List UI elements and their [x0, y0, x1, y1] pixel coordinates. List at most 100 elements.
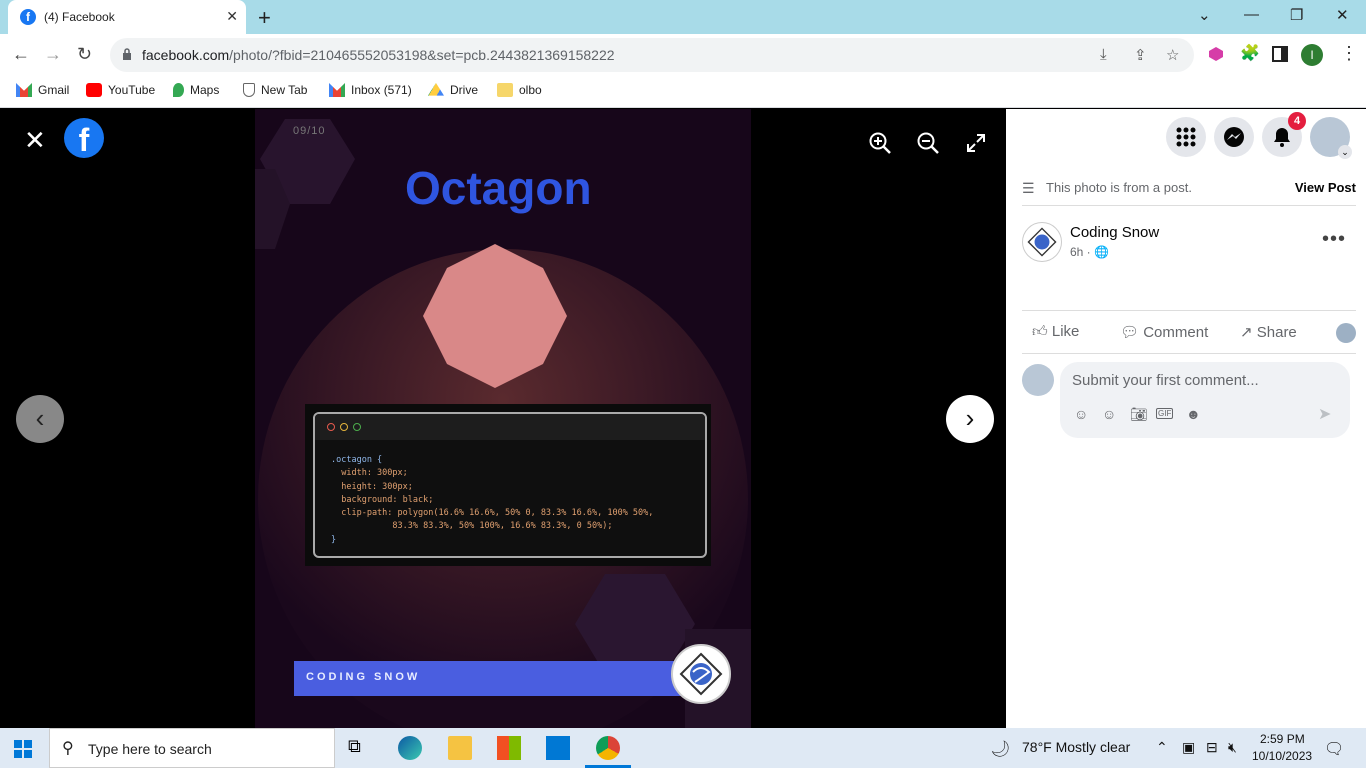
brand-banner-text: CODING SNOW: [306, 671, 421, 683]
avatar-sticker-icon[interactable]: ☺: [1074, 406, 1088, 422]
post-origin-row: ☰ This photo is from a post. View Post: [1022, 180, 1356, 206]
windows-taskbar: ⚲ Type here to search ⧉ 🌙︎ 78°F Mostly c…: [0, 728, 1366, 768]
chrome-icon[interactable]: [596, 736, 620, 760]
notification-center-icon[interactable]: 🗨︎: [1324, 739, 1344, 759]
close-viewer-icon[interactable]: ✕: [24, 125, 46, 156]
action-bar: 👍︎ Like 💬︎ Comment ↗ Share: [1022, 310, 1356, 354]
comment-icon: 💬︎: [1120, 324, 1140, 341]
tab-facebook[interactable]: f (4) Facebook ✕: [8, 0, 246, 34]
post-origin-text: This photo is from a post.: [1046, 180, 1192, 195]
slide-title: Octagon: [405, 162, 592, 214]
store-icon[interactable]: [497, 736, 521, 760]
commenter-avatar: [1022, 364, 1054, 396]
brand-banner: CODING SNOW: [294, 661, 694, 696]
bookmark-olbo[interactable]: olbo: [497, 83, 542, 97]
messenger-button[interactable]: [1214, 117, 1254, 157]
taskbar-search-box[interactable]: ⚲ Type here to search: [49, 728, 335, 768]
file-explorer-icon[interactable]: [448, 736, 472, 760]
camera-icon[interactable]: 📷︎: [1130, 406, 1148, 423]
edge-icon[interactable]: [398, 736, 422, 760]
search-icon: ⚲: [62, 740, 74, 757]
chevron-up-icon[interactable]: ⌃: [1156, 739, 1168, 756]
clock-date[interactable]: 10/10/2023: [1252, 749, 1312, 763]
green-dot-icon: [353, 423, 361, 431]
gmail-icon: [329, 83, 345, 97]
forward-button[interactable]: →: [44, 44, 62, 65]
windows-start-icon[interactable]: [14, 740, 32, 758]
address-bar[interactable]: facebook.com/photo/?fbid=210465552053198…: [110, 38, 1194, 72]
network-icon[interactable]: ⊟: [1206, 739, 1218, 756]
bookmark-gmail[interactable]: Gmail: [16, 83, 69, 97]
close-tab-icon[interactable]: ✕: [226, 8, 238, 25]
profile-avatar[interactable]: I: [1301, 44, 1323, 66]
tab-search-icon[interactable]: ⌄: [1198, 6, 1211, 24]
notification-badge: 4: [1288, 112, 1306, 130]
share-icon[interactable]: ⇪: [1134, 46, 1147, 64]
weather-text[interactable]: 78°F Mostly clear: [1022, 739, 1130, 755]
new-tab-button[interactable]: +: [258, 5, 271, 31]
post-text-icon: ☰: [1022, 180, 1035, 196]
code-window: .octagon { width: 300px; height: 300px; …: [305, 404, 711, 566]
next-photo-button[interactable]: ›: [946, 395, 994, 443]
emoji-icon[interactable]: ☺: [1102, 406, 1116, 422]
gif-icon[interactable]: GIF: [1156, 408, 1174, 419]
photo-viewer: ✕ f 09/10 Octagon .octagon {width: 300p…: [0, 109, 1006, 728]
messenger-icon: [1224, 127, 1244, 147]
view-post-link[interactable]: View Post: [1295, 180, 1356, 195]
bookmark-star-icon[interactable]: ☆: [1166, 46, 1179, 64]
previous-photo-button[interactable]: ‹: [16, 395, 64, 443]
tab-title: (4) Facebook: [44, 10, 115, 24]
meet-icon[interactable]: ▣: [1182, 739, 1195, 756]
mail-icon[interactable]: [546, 736, 570, 760]
code-window-titlebar: [315, 414, 705, 440]
weather-icon[interactable]: 🌙︎: [990, 739, 1010, 759]
like-button[interactable]: 👍︎ Like: [1032, 323, 1079, 341]
account-avatar[interactable]: ⌄: [1310, 117, 1352, 159]
restore-button[interactable]: ❐: [1290, 6, 1303, 24]
send-icon[interactable]: ➤: [1318, 404, 1331, 424]
fullscreen-icon[interactable]: [966, 133, 986, 153]
octagon-shape: [423, 244, 567, 388]
clock-time[interactable]: 2:59 PM: [1260, 732, 1305, 746]
minimize-button[interactable]: —: [1244, 6, 1259, 23]
task-view-icon[interactable]: ⧉: [348, 736, 372, 760]
menu-kebab-icon[interactable]: ⋮: [1340, 43, 1358, 64]
extensions-puzzle-icon[interactable]: 🧩: [1240, 43, 1260, 63]
comment-button[interactable]: 💬︎ Comment: [1120, 323, 1208, 341]
yellow-dot-icon: [340, 423, 348, 431]
folder-icon: [497, 83, 513, 97]
thumbs-up-icon: 👍︎: [1032, 323, 1048, 340]
author-name[interactable]: Coding Snow: [1070, 224, 1159, 241]
bookmark-new-tab[interactable]: New Tab: [243, 83, 307, 97]
back-button[interactable]: ←: [12, 44, 30, 65]
menu-grid-button[interactable]: [1166, 117, 1206, 157]
extension-hexagon-icon[interactable]: [1208, 46, 1224, 62]
bookmark-drive[interactable]: Drive: [428, 83, 478, 97]
search-placeholder: Type here to search: [88, 741, 212, 757]
chevron-left-icon: ‹: [35, 403, 45, 433]
facebook-logo-icon[interactable]: f: [64, 118, 104, 158]
volume-muted-icon[interactable]: 🔇︎: [1228, 739, 1237, 756]
comment-input[interactable]: Submit your first comment...: [1072, 372, 1259, 389]
install-icon[interactable]: ⤓: [1100, 46, 1107, 63]
post-options-icon[interactable]: •••: [1322, 228, 1346, 251]
sticker-icon[interactable]: ☻: [1186, 406, 1201, 422]
bookmark-inbox[interactable]: Inbox (571): [329, 83, 412, 97]
brand-logo-icon: [671, 644, 731, 704]
close-window-button[interactable]: ✕: [1336, 6, 1349, 24]
reaction-avatar[interactable]: [1336, 323, 1356, 343]
bookmark-maps[interactable]: Maps: [173, 83, 219, 97]
zoom-out-icon[interactable]: [916, 131, 940, 155]
author-avatar[interactable]: [1022, 222, 1062, 262]
browser-toolbar: ← → ↻ facebook.com/photo/?fbid=210465552…: [0, 34, 1366, 76]
side-panel-icon[interactable]: [1272, 46, 1288, 62]
comment-composer[interactable]: Submit your first comment... ☺ ☺ 📷︎ GIF …: [1060, 362, 1350, 438]
share-button[interactable]: ↗ Share: [1240, 323, 1297, 341]
bookmark-youtube[interactable]: YouTube: [86, 83, 155, 97]
gmail-icon: [16, 83, 32, 97]
reload-button[interactable]: ↻: [77, 44, 92, 65]
drive-icon: [428, 83, 444, 96]
zoom-in-icon[interactable]: [868, 131, 892, 155]
tab-strip: f (4) Facebook ✕ + ⌄ — ❐ ✕: [0, 0, 1366, 34]
chevron-down-icon: ⌄: [1338, 145, 1352, 159]
